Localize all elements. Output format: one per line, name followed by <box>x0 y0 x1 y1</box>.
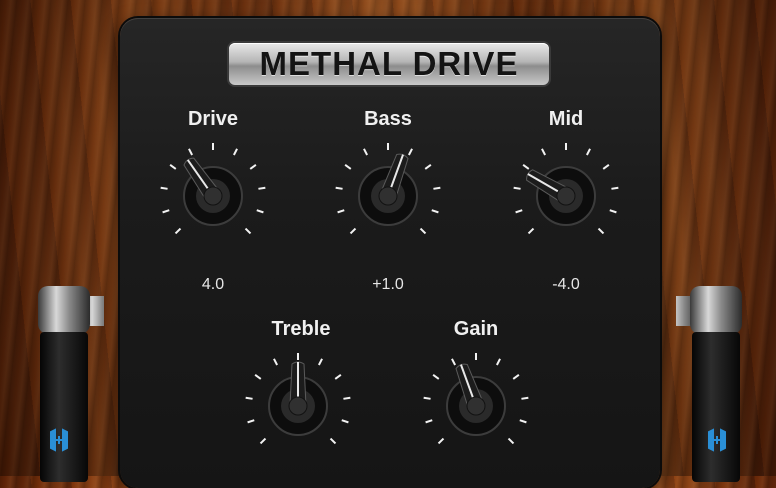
knob-tick <box>329 437 337 445</box>
knob-tick <box>169 164 177 170</box>
treble-label: Treble <box>271 318 331 340</box>
knob-tick <box>424 164 432 170</box>
pedal-nameplate: METHAL DRIVE <box>229 43 549 85</box>
knob-tick <box>232 148 238 156</box>
knob-tick <box>521 396 529 400</box>
knob-tick <box>437 437 445 445</box>
mid-value: -4.0 <box>552 276 580 293</box>
knob-tick <box>343 396 351 400</box>
knob-tick <box>162 209 170 214</box>
bass-knob-graphic <box>335 143 441 235</box>
knob-tick <box>188 148 194 156</box>
drive-knob-graphic <box>160 143 266 235</box>
knob-tick <box>512 374 520 380</box>
knob-tick <box>611 186 619 190</box>
knob-tick <box>527 227 535 235</box>
knob-tick <box>174 227 182 235</box>
drive-label: Drive <box>187 108 239 130</box>
knob-tick <box>597 227 605 235</box>
knob-tick <box>244 227 252 235</box>
mid-knob[interactable] <box>506 136 626 256</box>
gain-knob-graphic <box>423 353 529 445</box>
knob-tick <box>602 164 610 170</box>
mid-knob-graphic <box>513 143 619 235</box>
knob-tick <box>432 374 440 380</box>
knob-tick <box>495 358 501 366</box>
bass-value: +1.0 <box>372 276 404 293</box>
knob-tick <box>423 396 431 400</box>
knob-tick <box>341 419 349 424</box>
knob-tick <box>344 164 352 170</box>
knob-tick <box>519 419 527 424</box>
pedal-title: METHAL DRIVE <box>259 45 519 82</box>
knob-tick <box>273 358 279 366</box>
jack-logo-icon <box>705 428 729 452</box>
knob-tick <box>317 358 323 366</box>
knob-tick <box>425 419 433 424</box>
knob-tick <box>337 209 345 214</box>
knob-tick <box>160 186 168 190</box>
knob-hub <box>378 186 398 206</box>
jack-logo-icon <box>47 428 71 452</box>
bass-label: Bass <box>364 108 412 130</box>
drive-value: 4.0 <box>201 276 225 293</box>
drive-knob[interactable] <box>153 136 273 256</box>
knob-tick <box>541 148 547 156</box>
knob-tick <box>407 148 413 156</box>
treble-knob-graphic <box>245 353 351 445</box>
knob-tick <box>507 437 515 445</box>
knob-tick <box>419 227 427 235</box>
knob-tick <box>513 186 521 190</box>
knob-tick <box>515 209 523 214</box>
knob-hub <box>288 396 308 416</box>
knob-tick <box>585 148 591 156</box>
bass-knob[interactable] <box>328 136 448 256</box>
knob-tick <box>245 396 253 400</box>
treble-knob[interactable] <box>238 346 358 466</box>
knob-tick <box>431 209 439 214</box>
knob-tick <box>258 186 266 190</box>
knob-tick <box>335 186 343 190</box>
knob-tick <box>254 374 262 380</box>
knob-tick <box>522 164 530 170</box>
gain-knob[interactable] <box>416 346 536 466</box>
knob-tick <box>451 358 457 366</box>
knob-tick <box>334 374 342 380</box>
knob-tick <box>256 209 264 214</box>
knob-hub <box>466 396 486 416</box>
knob-tick <box>247 419 255 424</box>
knob-hub <box>556 186 576 206</box>
knob-hub <box>203 186 223 206</box>
gain-label: Gain <box>453 318 499 340</box>
mid-label: Mid <box>548 108 584 130</box>
knob-tick <box>433 186 441 190</box>
knob-tick <box>363 148 369 156</box>
knob-tick <box>249 164 257 170</box>
knob-tick <box>259 437 267 445</box>
knob-tick <box>609 209 617 214</box>
knob-tick <box>349 227 357 235</box>
